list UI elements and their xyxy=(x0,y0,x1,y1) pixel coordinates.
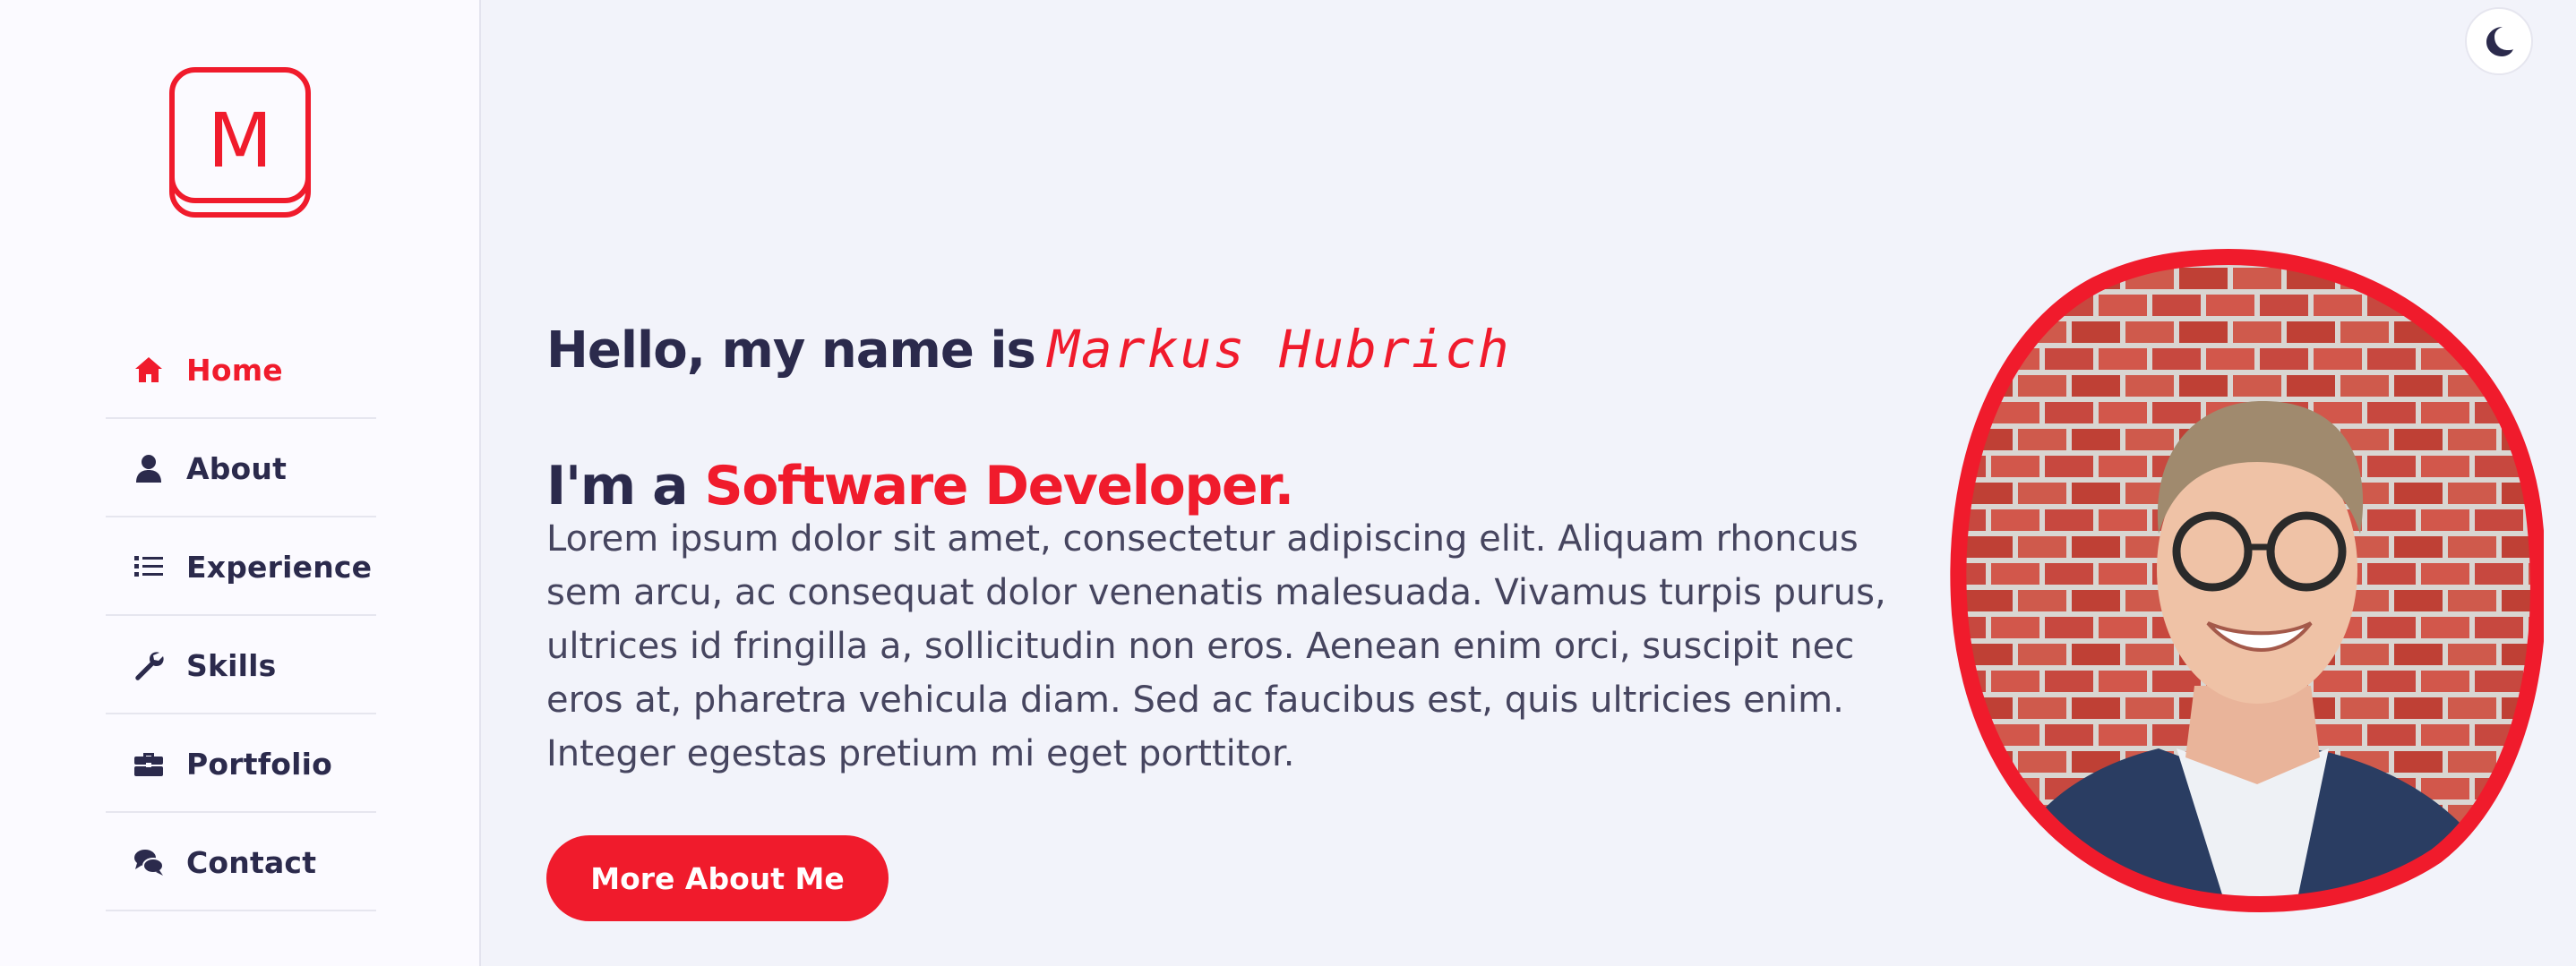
role-prefix: I'm a xyxy=(546,454,689,517)
moon-icon xyxy=(2486,27,2513,56)
logo-icon: M xyxy=(169,67,311,218)
logo-letter: M xyxy=(208,97,272,184)
sidebar-item-about[interactable]: About xyxy=(106,421,376,517)
sidebar-item-label: Home xyxy=(186,352,283,388)
greeting-heading: Hello, my name is Markus Hubrich xyxy=(546,319,1511,380)
list-icon xyxy=(131,549,167,585)
greeting-text: Hello, my name is xyxy=(546,321,1036,380)
sidebar-item-label: About xyxy=(186,450,288,486)
sidebar-item-home[interactable]: Home xyxy=(106,322,376,419)
user-icon xyxy=(131,450,167,486)
logo[interactable]: M xyxy=(168,66,312,218)
name-signature: Markus Hubrich xyxy=(1047,318,1511,380)
bio-paragraph: Lorem ipsum dolor sit amet, consectetur … xyxy=(546,518,1886,774)
sidebar-item-skills[interactable]: Skills xyxy=(106,618,376,714)
sidebar-item-label: Portfolio xyxy=(186,746,333,782)
sidebar: M Home About Experience Skills Portfolio… xyxy=(0,0,481,966)
sidebar-nav: Home About Experience Skills Portfolio C… xyxy=(106,322,376,911)
sidebar-item-portfolio[interactable]: Portfolio xyxy=(106,716,376,813)
comments-icon xyxy=(131,844,167,880)
more-about-me-button[interactable]: More About Me xyxy=(546,835,889,921)
sidebar-item-label: Skills xyxy=(186,647,277,683)
sidebar-item-label: Experience xyxy=(186,549,373,585)
theme-toggle-button[interactable] xyxy=(2465,7,2533,75)
home-icon xyxy=(131,352,167,388)
profile-photo xyxy=(1935,238,2544,920)
sidebar-item-contact[interactable]: Contact xyxy=(106,815,376,911)
role-title: Software Developer. xyxy=(704,454,1294,517)
wrench-icon xyxy=(131,647,167,683)
role-heading: I'm a Software Developer. xyxy=(546,454,1294,517)
briefcase-icon xyxy=(131,746,167,782)
sidebar-item-experience[interactable]: Experience xyxy=(106,519,376,616)
sidebar-item-label: Contact xyxy=(186,844,317,880)
